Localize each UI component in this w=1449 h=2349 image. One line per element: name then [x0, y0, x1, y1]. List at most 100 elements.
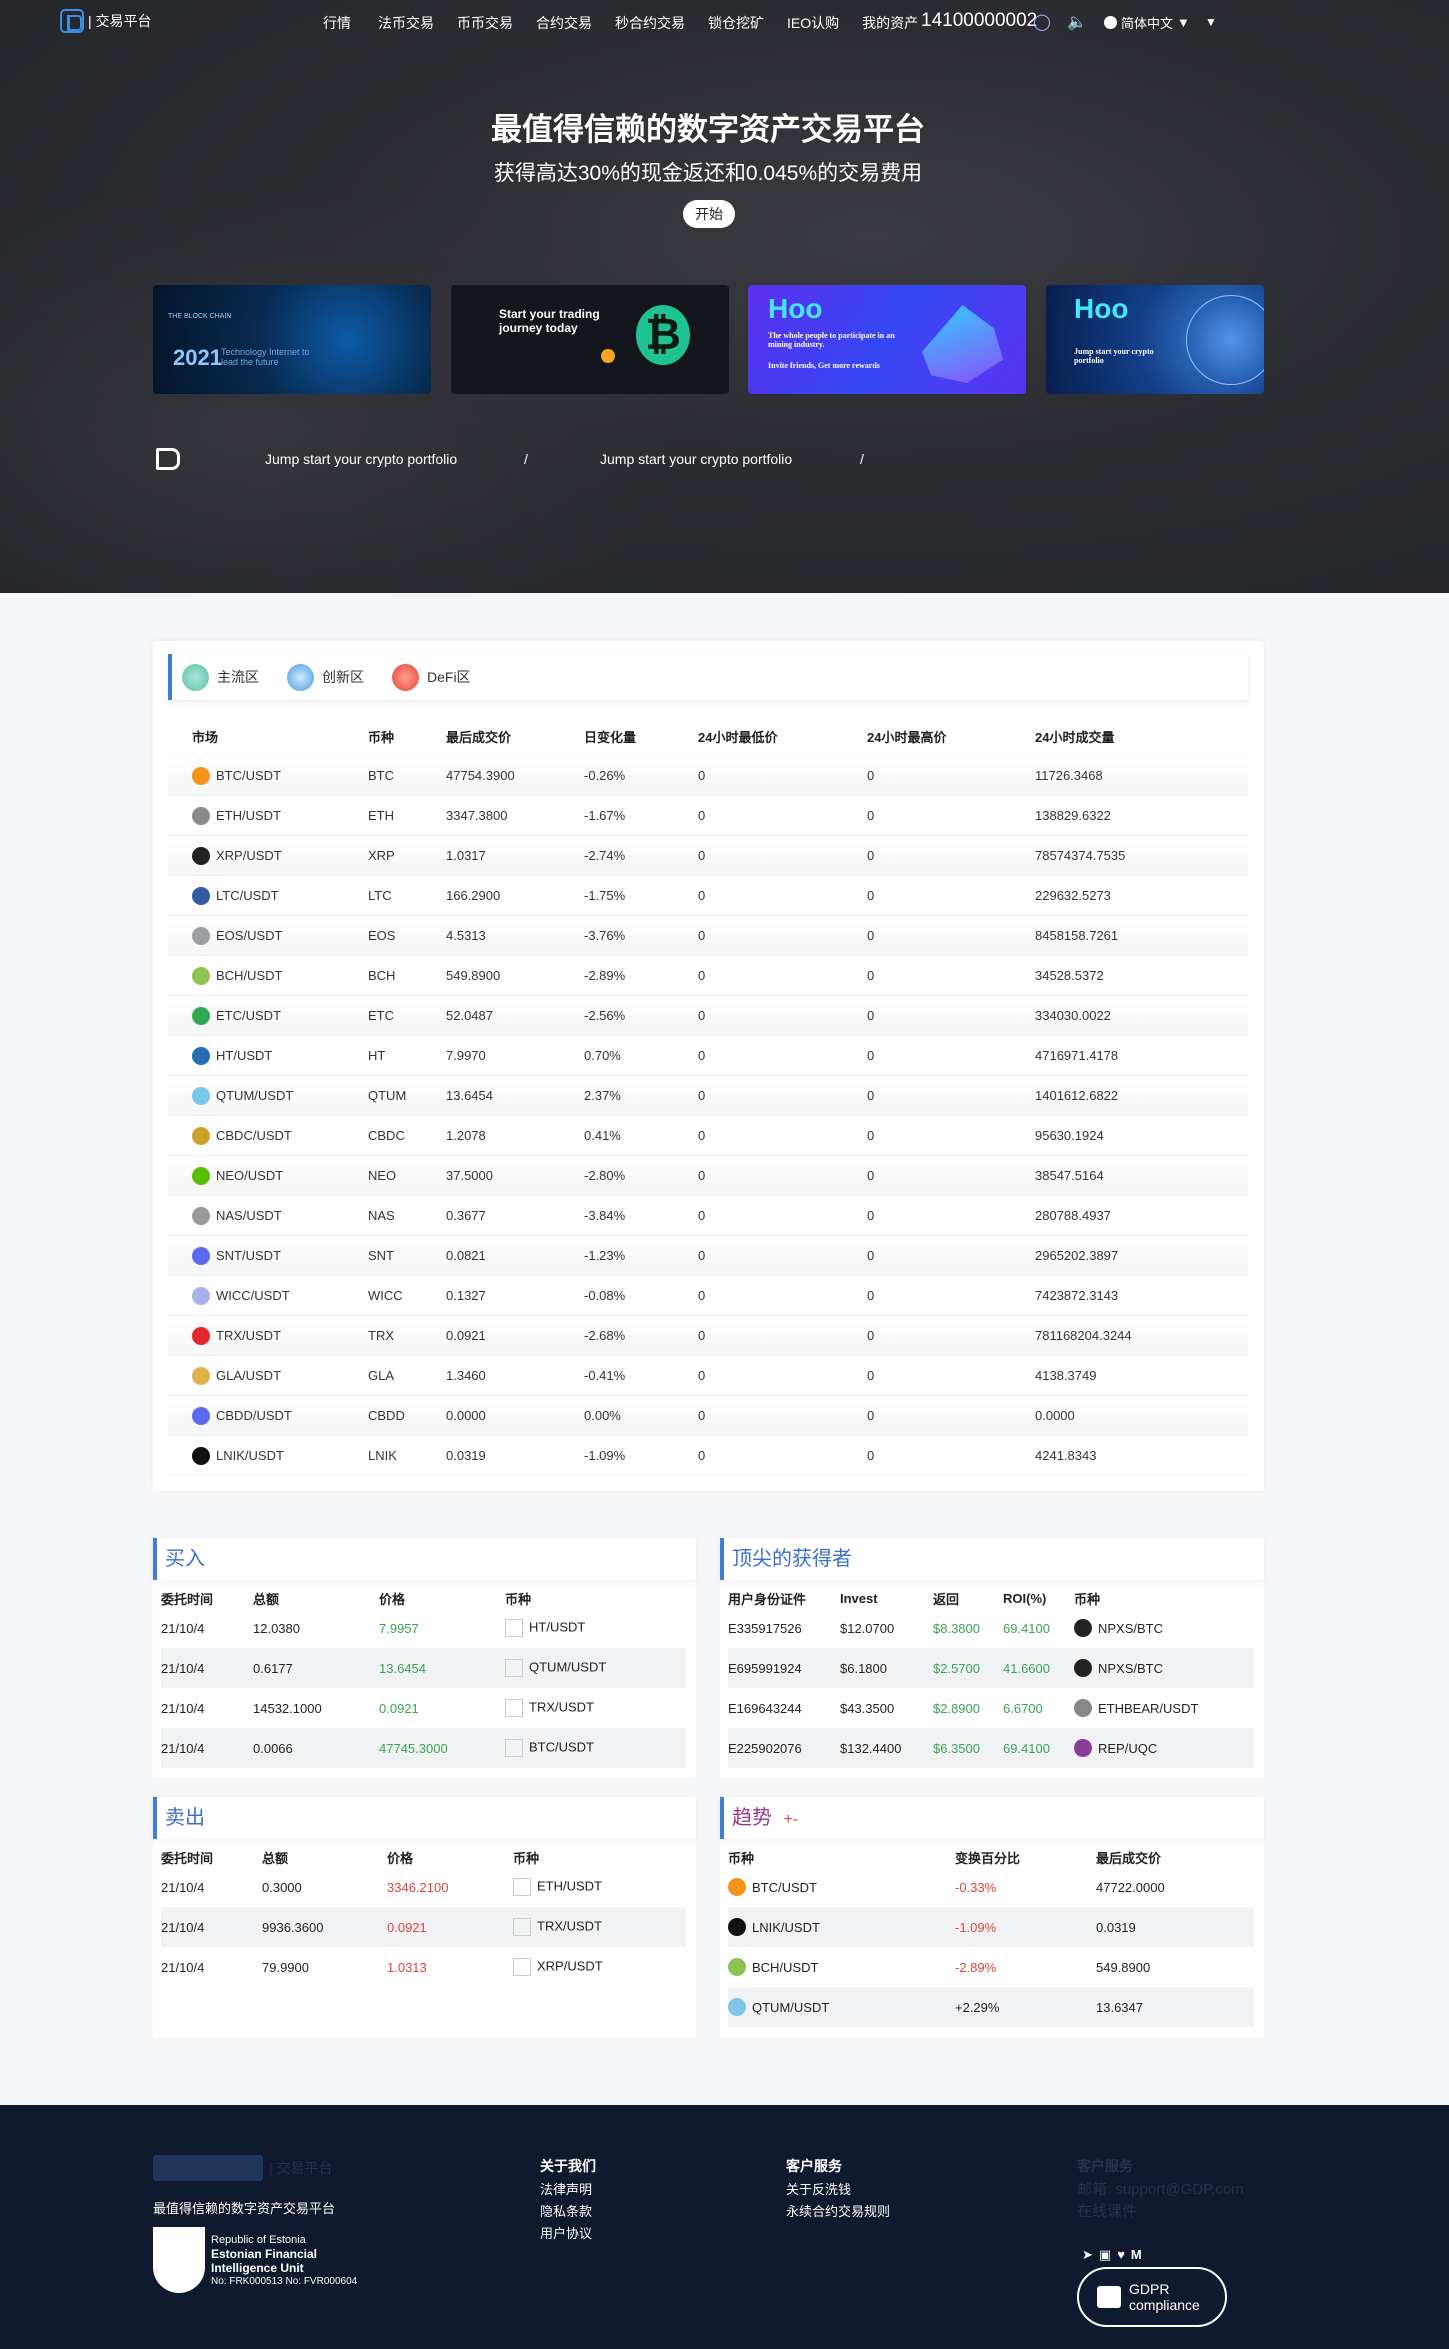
- market-row[interactable]: XRP/USDT XRP 1.0317 -2.74% 0 0 78574374.7535: [168, 836, 1248, 876]
- market-row[interactable]: ETH/USDT ETH 3347.3800 -1.67% 0 0 138829.6322: [168, 796, 1248, 836]
- innovation-icon: [287, 663, 314, 691]
- ticker-item[interactable]: Jump start your crypto portfolio: [600, 451, 792, 467]
- market-row[interactable]: EOS/USDT EOS 4.5313 -3.76% 0 0 8458158.7261: [168, 916, 1248, 956]
- nav-link-fiat[interactable]: 法币交易: [378, 13, 434, 33]
- site-logo[interactable]: | 交易平台: [60, 9, 152, 33]
- footer-link-aml[interactable]: 关于反洗钱: [786, 2179, 890, 2201]
- market-row[interactable]: SNT/USDT SNT 0.0821 -1.23% 0 0 2965202.3897: [168, 1236, 1248, 1276]
- coin-checkbox[interactable]: [505, 1659, 523, 1677]
- market-row[interactable]: BTC/USDT BTC 47754.3900 -0.26% 0 0 11726.3468: [168, 756, 1248, 796]
- market-cell-pair: HT/USDT: [168, 1046, 368, 1065]
- market-row[interactable]: LTC/USDT LTC 166.2900 -1.75% 0 0 229632.5273: [168, 876, 1248, 916]
- sell-table-body: 21/10/4 0.3000 3346.2100 ETH/USDT 21/10/4 993…: [161, 1867, 686, 1987]
- footer-link-agreement[interactable]: 用户协议: [540, 2223, 596, 2245]
- market-row[interactable]: NEO/USDT NEO 37.5000 -2.80% 0 0 38547.5164: [168, 1156, 1248, 1196]
- account-number[interactable]: 14100000002: [921, 10, 1037, 32]
- sell-row[interactable]: 21/10/4 79.9900 1.0313 XRP/USDT: [161, 1947, 686, 1987]
- coin-checkbox[interactable]: [513, 1958, 531, 1976]
- high-price: 0: [867, 1168, 875, 1183]
- order-coin-cell: ETH/USDT: [513, 1878, 602, 1896]
- market-cell-pair: QTUM/USDT: [168, 1086, 368, 1105]
- contact-email[interactable]: 邮箱: support@GDP.com: [1077, 2179, 1244, 2201]
- banner-blockchain[interactable]: THE BLOCK CHAIN 2021 Technology Internet…: [153, 285, 431, 394]
- daily-change: -2.89%: [584, 968, 626, 983]
- order-price: 47745.3000: [379, 1740, 448, 1756]
- nav-link-assets[interactable]: 我的资产: [862, 13, 918, 33]
- market-cell-pair: BTC/USDT: [168, 766, 368, 785]
- banner-hoo-portfolio[interactable]: Hoo Jump start your crypto portfolio: [1046, 285, 1264, 394]
- top-earner-row[interactable]: E695991924 $6.1800 $2.5700 41.6600 NPXS/BTC: [728, 1648, 1254, 1688]
- market-row[interactable]: BCH/USDT BCH 549.8900 -2.89% 0 0 34528.5372: [168, 956, 1248, 996]
- banner-text: Start your trading journey today: [499, 307, 600, 335]
- trend-row[interactable]: BCH/USDT -2.89% 549.8900: [728, 1947, 1254, 1987]
- facebook-icon[interactable]: ▣: [1099, 2247, 1111, 2263]
- menu-dropdown-icon[interactable]: ▼: [1205, 15, 1217, 29]
- coin-checkbox[interactable]: [513, 1878, 531, 1896]
- buy-panel: 买入 委托时间 总额 价格 币种 21/10/4 12.0380 7.9957 HT/…: [153, 1538, 696, 1778]
- speaker-icon[interactable]: 🔈: [1067, 12, 1087, 32]
- buy-row[interactable]: 21/10/4 12.0380 7.9957 HT/USDT: [161, 1608, 686, 1648]
- trend-row[interactable]: BTC/USDT -0.33% 47722.0000: [728, 1867, 1254, 1907]
- market-row[interactable]: NAS/USDT NAS 0.3677 -3.84% 0 0 280788.4937: [168, 1196, 1248, 1236]
- footer-link-privacy[interactable]: 隐私条款: [540, 2201, 596, 2223]
- twitter-icon[interactable]: ♥: [1117, 2247, 1125, 2263]
- buy-row[interactable]: 21/10/4 14532.1000 0.0921 TRX/USDT: [161, 1688, 686, 1728]
- top-earner-row[interactable]: E169643244 $43.3500 $2.8900 6.6700 ETHBEAR/U…: [728, 1688, 1254, 1728]
- estonia-line-2: Estonian Financial: [211, 2247, 318, 2261]
- market-cell-pair: ETH/USDT: [168, 806, 368, 825]
- tab-innovation[interactable]: 创新区: [287, 663, 364, 691]
- user-icon[interactable]: ◯: [1033, 12, 1051, 32]
- footer-link-legal[interactable]: 法律声明: [540, 2179, 596, 2201]
- last-price: 549.8900: [1096, 1959, 1151, 1975]
- footer-link-perpetual-rules[interactable]: 永续合约交易规则: [786, 2201, 890, 2223]
- sell-row[interactable]: 21/10/4 9936.3600 0.0921 TRX/USDT: [161, 1907, 686, 1947]
- market-row[interactable]: TRX/USDT TRX 0.0921 -2.68% 0 0 781168204.3244: [168, 1316, 1248, 1356]
- coin-icon: [192, 806, 210, 825]
- market-row[interactable]: ETC/USDT ETC 52.0487 -2.56% 0 0 334030.0022: [168, 996, 1248, 1036]
- market-row[interactable]: QTUM/USDT QTUM 13.6454 2.37% 0 0 1401612.6822: [168, 1076, 1248, 1116]
- market-row[interactable]: LNIK/USDT LNIK 0.0319 -1.09% 0 0 4241.8343: [168, 1436, 1248, 1476]
- coin-icon: [728, 1878, 746, 1896]
- coin-symbol: BTC: [368, 768, 394, 783]
- top-earner-row[interactable]: E335917526 $12.0700 $8.3800 69.4100 NPXS/BTC: [728, 1608, 1254, 1648]
- daily-change: -2.80%: [584, 1168, 626, 1183]
- market-row[interactable]: WICC/USDT WICC 0.1327 -0.08% 0 0 7423872.3143: [168, 1276, 1248, 1316]
- sell-row[interactable]: 21/10/4 0.3000 3346.2100 ETH/USDT: [161, 1867, 686, 1907]
- nav-link-second-contract[interactable]: 秒合约交易: [615, 13, 685, 33]
- market-row[interactable]: CBDD/USDT CBDD 0.0000 0.00% 0 0 0.0000: [168, 1396, 1248, 1436]
- nav-link-spot[interactable]: 币币交易: [457, 13, 513, 33]
- contact-online[interactable]: 在线课件: [1077, 2201, 1244, 2223]
- nav-link-market[interactable]: 行情: [323, 13, 351, 33]
- market-row[interactable]: CBDC/USDT CBDC 1.2078 0.41% 0 0 95630.1924: [168, 1116, 1248, 1156]
- nav-link-ieo[interactable]: IEO认购: [787, 13, 839, 33]
- banner-trading-journey[interactable]: Start your trading journey today ₿: [451, 285, 729, 394]
- medium-icon[interactable]: M: [1131, 2247, 1142, 2263]
- tab-mainstream[interactable]: 主流区: [182, 663, 259, 691]
- telegram-icon[interactable]: ➤: [1082, 2247, 1093, 2263]
- trend-row[interactable]: QTUM/USDT +2.29% 13.6347: [728, 1987, 1254, 2027]
- buy-row[interactable]: 21/10/4 0.6177 13.6454 QTUM/USDT: [161, 1648, 686, 1688]
- coin-checkbox[interactable]: [505, 1699, 523, 1717]
- nav-link-contract[interactable]: 合约交易: [536, 13, 592, 33]
- start-button[interactable]: 开始: [683, 200, 735, 228]
- coin-checkbox[interactable]: [513, 1918, 531, 1936]
- coin-dot-icon: [601, 349, 615, 363]
- top-table-header: 用户身份证件 Invest 返回 ROI(%) 币种: [728, 1588, 1254, 1608]
- nav-link-staking[interactable]: 锁仓挖矿: [708, 13, 764, 33]
- tab-defi[interactable]: DeFi区: [392, 663, 471, 691]
- top-earner-row[interactable]: E225902076 $132.4400 $6.3500 69.4100 REP/UQC: [728, 1728, 1254, 1768]
- coin-checkbox[interactable]: [505, 1739, 523, 1757]
- invest-amount: $43.3500: [840, 1700, 895, 1716]
- daily-change: -0.08%: [584, 1288, 626, 1303]
- language-selector[interactable]: 简体中文 ▼: [1104, 13, 1190, 32]
- market-row[interactable]: GLA/USDT GLA 1.3460 -0.41% 0 0 4138.3749: [168, 1356, 1248, 1396]
- ticker-item[interactable]: Jump start your crypto portfolio: [265, 451, 457, 467]
- banner-hoo-mining[interactable]: Hoo The whole people to participate in a…: [748, 285, 1026, 394]
- trend-row[interactable]: LNIK/USDT -1.09% 0.0319: [728, 1907, 1254, 1947]
- change-percent: -2.89%: [955, 1959, 997, 1975]
- buy-row[interactable]: 21/10/4 0.0066 47745.3000 BTC/USDT: [161, 1728, 686, 1768]
- market-row[interactable]: HT/USDT HT 7.9970 0.70% 0 0 4716971.4178: [168, 1036, 1248, 1076]
- coin-checkbox[interactable]: [505, 1619, 523, 1637]
- volume: 280788.4937: [1035, 1208, 1111, 1223]
- roi-value: 69.4100: [1003, 1620, 1050, 1636]
